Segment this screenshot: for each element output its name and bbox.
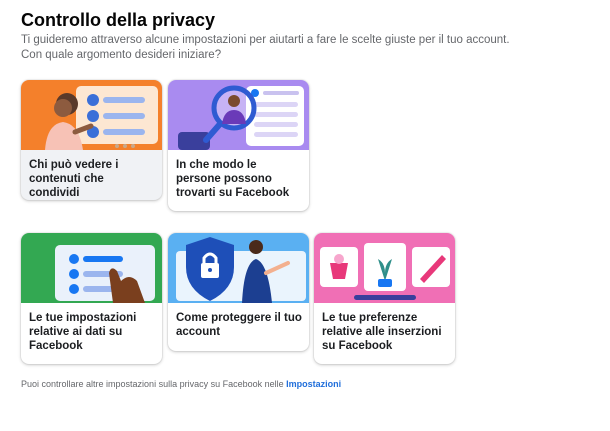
card-how-people-find-you[interactable]: In che modo le persone possono trovarti … <box>168 80 309 211</box>
settings-link[interactable]: Impostazioni <box>286 379 341 389</box>
subtitle-line-2: Con quale argomento desideri iniziare? <box>21 49 222 61</box>
card-label: In che modo le persone possono trovarti … <box>176 159 290 199</box>
card-illustration-ads <box>314 233 455 303</box>
card-label: Le tue impostazioni relative ai dati su … <box>29 312 137 352</box>
card-illustration-data <box>21 233 162 303</box>
card-ad-preferences[interactable]: Le tue preferenze relative alle inserzio… <box>314 233 455 364</box>
page-title: Controllo della privacy <box>21 10 216 30</box>
card-label: Le tue preferenze relative alle inserzio… <box>322 312 442 352</box>
card-data-settings[interactable]: Le tue impostazioni relative ai dati su … <box>21 233 162 364</box>
subtitle-line-1: Ti guideremo attraverso alcune impostazi… <box>21 34 510 46</box>
card-protect-account[interactable]: Come proteggere il tuo account <box>168 233 309 351</box>
card-illustration-search <box>168 80 309 150</box>
card-label: Chi può vedere i contenuti che condividi <box>29 159 119 199</box>
footer-note: Puoi controllare altre impostazioni sull… <box>21 379 341 389</box>
card-who-can-see[interactable]: Chi può vedere i contenuti che condividi <box>21 80 162 200</box>
card-illustration-security <box>168 233 309 303</box>
card-label: Come proteggere il tuo account <box>176 312 302 338</box>
card-illustration-sharing <box>21 80 162 150</box>
footer-text: Puoi controllare altre impostazioni sull… <box>21 379 287 389</box>
page-subtitle: Ti guideremo attraverso alcune impostazi… <box>21 33 581 63</box>
